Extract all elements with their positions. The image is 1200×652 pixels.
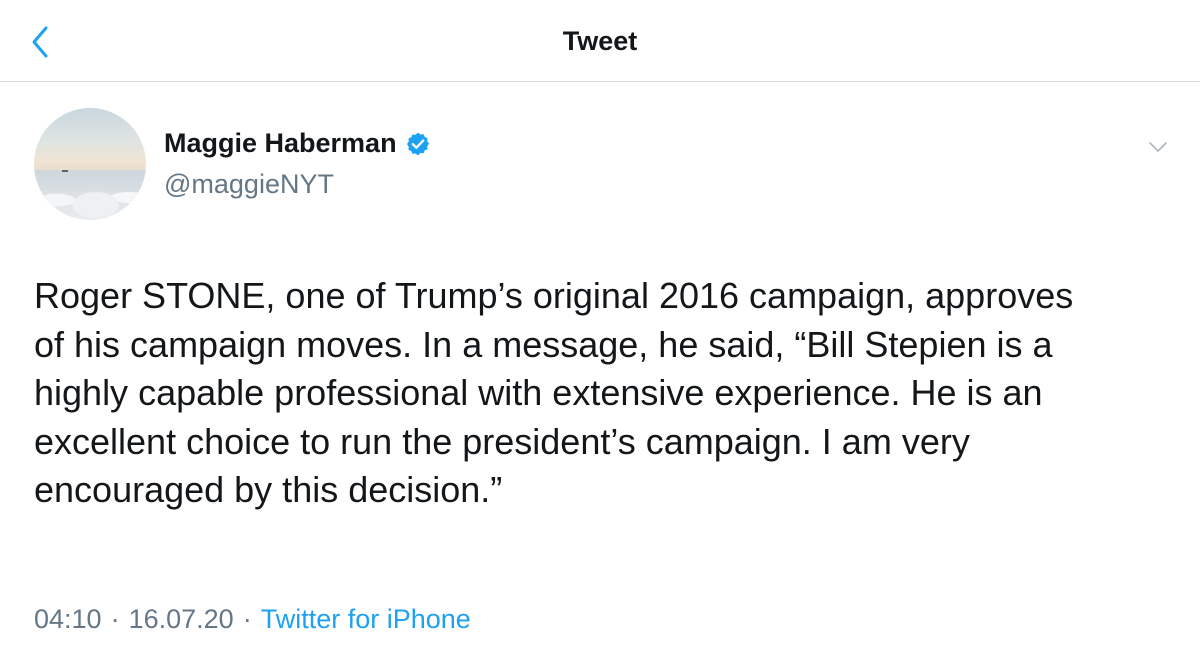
tweet-text: Roger STONE, one of Trump’s original 201… — [34, 275, 1074, 510]
chevron-down-icon — [1149, 142, 1167, 152]
meta-separator: · — [242, 604, 252, 634]
page-title: Tweet — [562, 26, 638, 56]
author-handle[interactable]: @maggieNYT — [164, 169, 334, 200]
tweet-date: 16.07.20 — [128, 604, 234, 634]
tweet-time: 04:10 — [34, 604, 102, 634]
more-options-button[interactable] — [1144, 136, 1172, 158]
avatar-image-clouds — [34, 170, 146, 220]
tweet-source-link[interactable]: Twitter for iPhone — [261, 604, 471, 635]
verified-badge-icon — [406, 132, 429, 155]
navigation-bar: Tweet — [0, 0, 1200, 82]
author-name[interactable]: Maggie Haberman — [164, 128, 397, 159]
avatar-image-plane — [62, 170, 68, 172]
meta-separator: · — [110, 604, 120, 634]
avatar[interactable] — [34, 108, 146, 220]
author-name-row: Maggie Haberman — [164, 128, 431, 159]
tweet-metadata: 04:10 · 16.07.20 · Twitter for iPhone — [34, 604, 471, 635]
